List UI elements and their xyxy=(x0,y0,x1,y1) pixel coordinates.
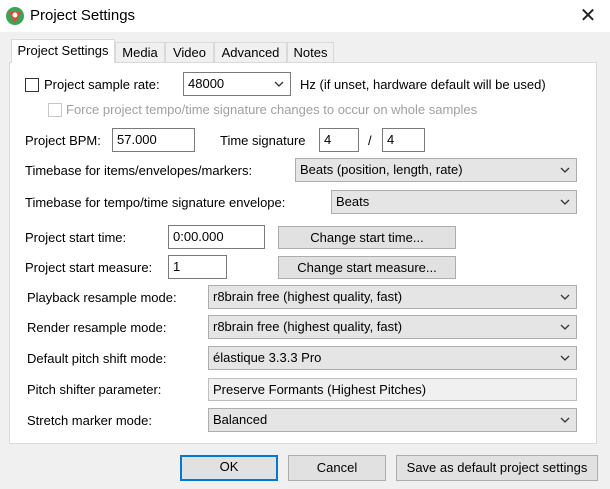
sample-rate-checkbox[interactable] xyxy=(25,78,39,92)
chevron-down-icon xyxy=(560,197,570,207)
timebase-items-label: Timebase for items/envelopes/markers: xyxy=(25,163,253,178)
time-signature-separator: / xyxy=(368,133,372,148)
save-default-button[interactable]: Save as default project settings xyxy=(396,455,598,481)
bpm-input[interactable]: 57.000 xyxy=(112,128,195,152)
tab-media[interactable]: Media xyxy=(115,42,165,62)
stretch-marker-dropdown[interactable]: Balanced xyxy=(208,408,577,432)
chevron-down-icon xyxy=(560,292,570,302)
cancel-button[interactable]: Cancel xyxy=(288,455,386,481)
sample-rate-label: Project sample rate: xyxy=(44,77,160,92)
tab-project-settings[interactable]: Project Settings xyxy=(11,39,115,63)
force-whole-samples-label: Force project tempo/time signature chang… xyxy=(66,102,478,117)
sample-rate-value: 48000 xyxy=(188,76,225,91)
pitch-param-label: Pitch shifter parameter: xyxy=(27,382,162,397)
timebase-tempo-label: Timebase for tempo/time signature envelo… xyxy=(25,195,286,210)
tab-notes[interactable]: Notes xyxy=(287,42,334,62)
sample-rate-hint: Hz (if unset, hardware default will be u… xyxy=(300,77,546,92)
title-bar: Project Settings ✕ xyxy=(0,0,610,32)
stretch-marker-label: Stretch marker mode: xyxy=(27,413,152,428)
time-signature-label: Time signature xyxy=(220,133,306,148)
render-resample-dropdown[interactable]: r8brain free (highest quality, fast) xyxy=(208,315,577,339)
timebase-items-value: Beats (position, length, rate) xyxy=(300,162,463,177)
pitch-shift-label: Default pitch shift mode: xyxy=(27,351,167,366)
playback-resample-value: r8brain free (highest quality, fast) xyxy=(213,289,403,304)
time-signature-denominator[interactable]: 4 xyxy=(382,128,425,152)
render-resample-label: Render resample mode: xyxy=(27,320,167,335)
chevron-down-icon xyxy=(274,79,284,89)
window-title: Project Settings xyxy=(30,7,136,24)
force-whole-samples-checkbox[interactable] xyxy=(48,103,62,117)
render-resample-value: r8brain free (highest quality, fast) xyxy=(213,319,403,334)
change-start-measure-button[interactable]: Change start measure... xyxy=(278,256,456,279)
chevron-down-icon xyxy=(560,165,570,175)
playback-resample-dropdown[interactable]: r8brain free (highest quality, fast) xyxy=(208,285,577,309)
timebase-items-dropdown[interactable]: Beats (position, length, rate) xyxy=(295,158,577,182)
reaper-logo-icon xyxy=(5,6,25,26)
bpm-label: Project BPM: xyxy=(25,133,101,148)
tab-advanced[interactable]: Advanced xyxy=(214,42,287,62)
chevron-down-icon xyxy=(560,322,570,332)
start-measure-label: Project start measure: xyxy=(25,260,153,275)
stretch-marker-value: Balanced xyxy=(213,412,268,427)
start-time-input[interactable]: 0:00.000 xyxy=(168,225,265,249)
change-start-time-button[interactable]: Change start time... xyxy=(278,226,456,249)
timebase-tempo-dropdown[interactable]: Beats xyxy=(331,190,577,214)
start-time-label: Project start time: xyxy=(25,230,127,245)
close-icon[interactable]: ✕ xyxy=(576,4,600,28)
pitch-shift-value: élastique 3.3.3 Pro xyxy=(213,350,322,365)
playback-resample-label: Playback resample mode: xyxy=(27,290,177,305)
pitch-param-field[interactable]: Preserve Formants (Highest Pitches) xyxy=(208,378,577,401)
tab-video[interactable]: Video xyxy=(165,42,214,62)
timebase-tempo-value: Beats xyxy=(336,194,370,209)
chevron-down-icon xyxy=(560,353,570,363)
sample-rate-dropdown[interactable]: 48000 xyxy=(183,72,291,96)
chevron-down-icon xyxy=(560,415,570,425)
ok-button[interactable]: OK xyxy=(180,455,278,481)
pitch-shift-dropdown[interactable]: élastique 3.3.3 Pro xyxy=(208,346,577,370)
time-signature-numerator[interactable]: 4 xyxy=(319,128,359,152)
start-measure-input[interactable]: 1 xyxy=(168,255,227,279)
